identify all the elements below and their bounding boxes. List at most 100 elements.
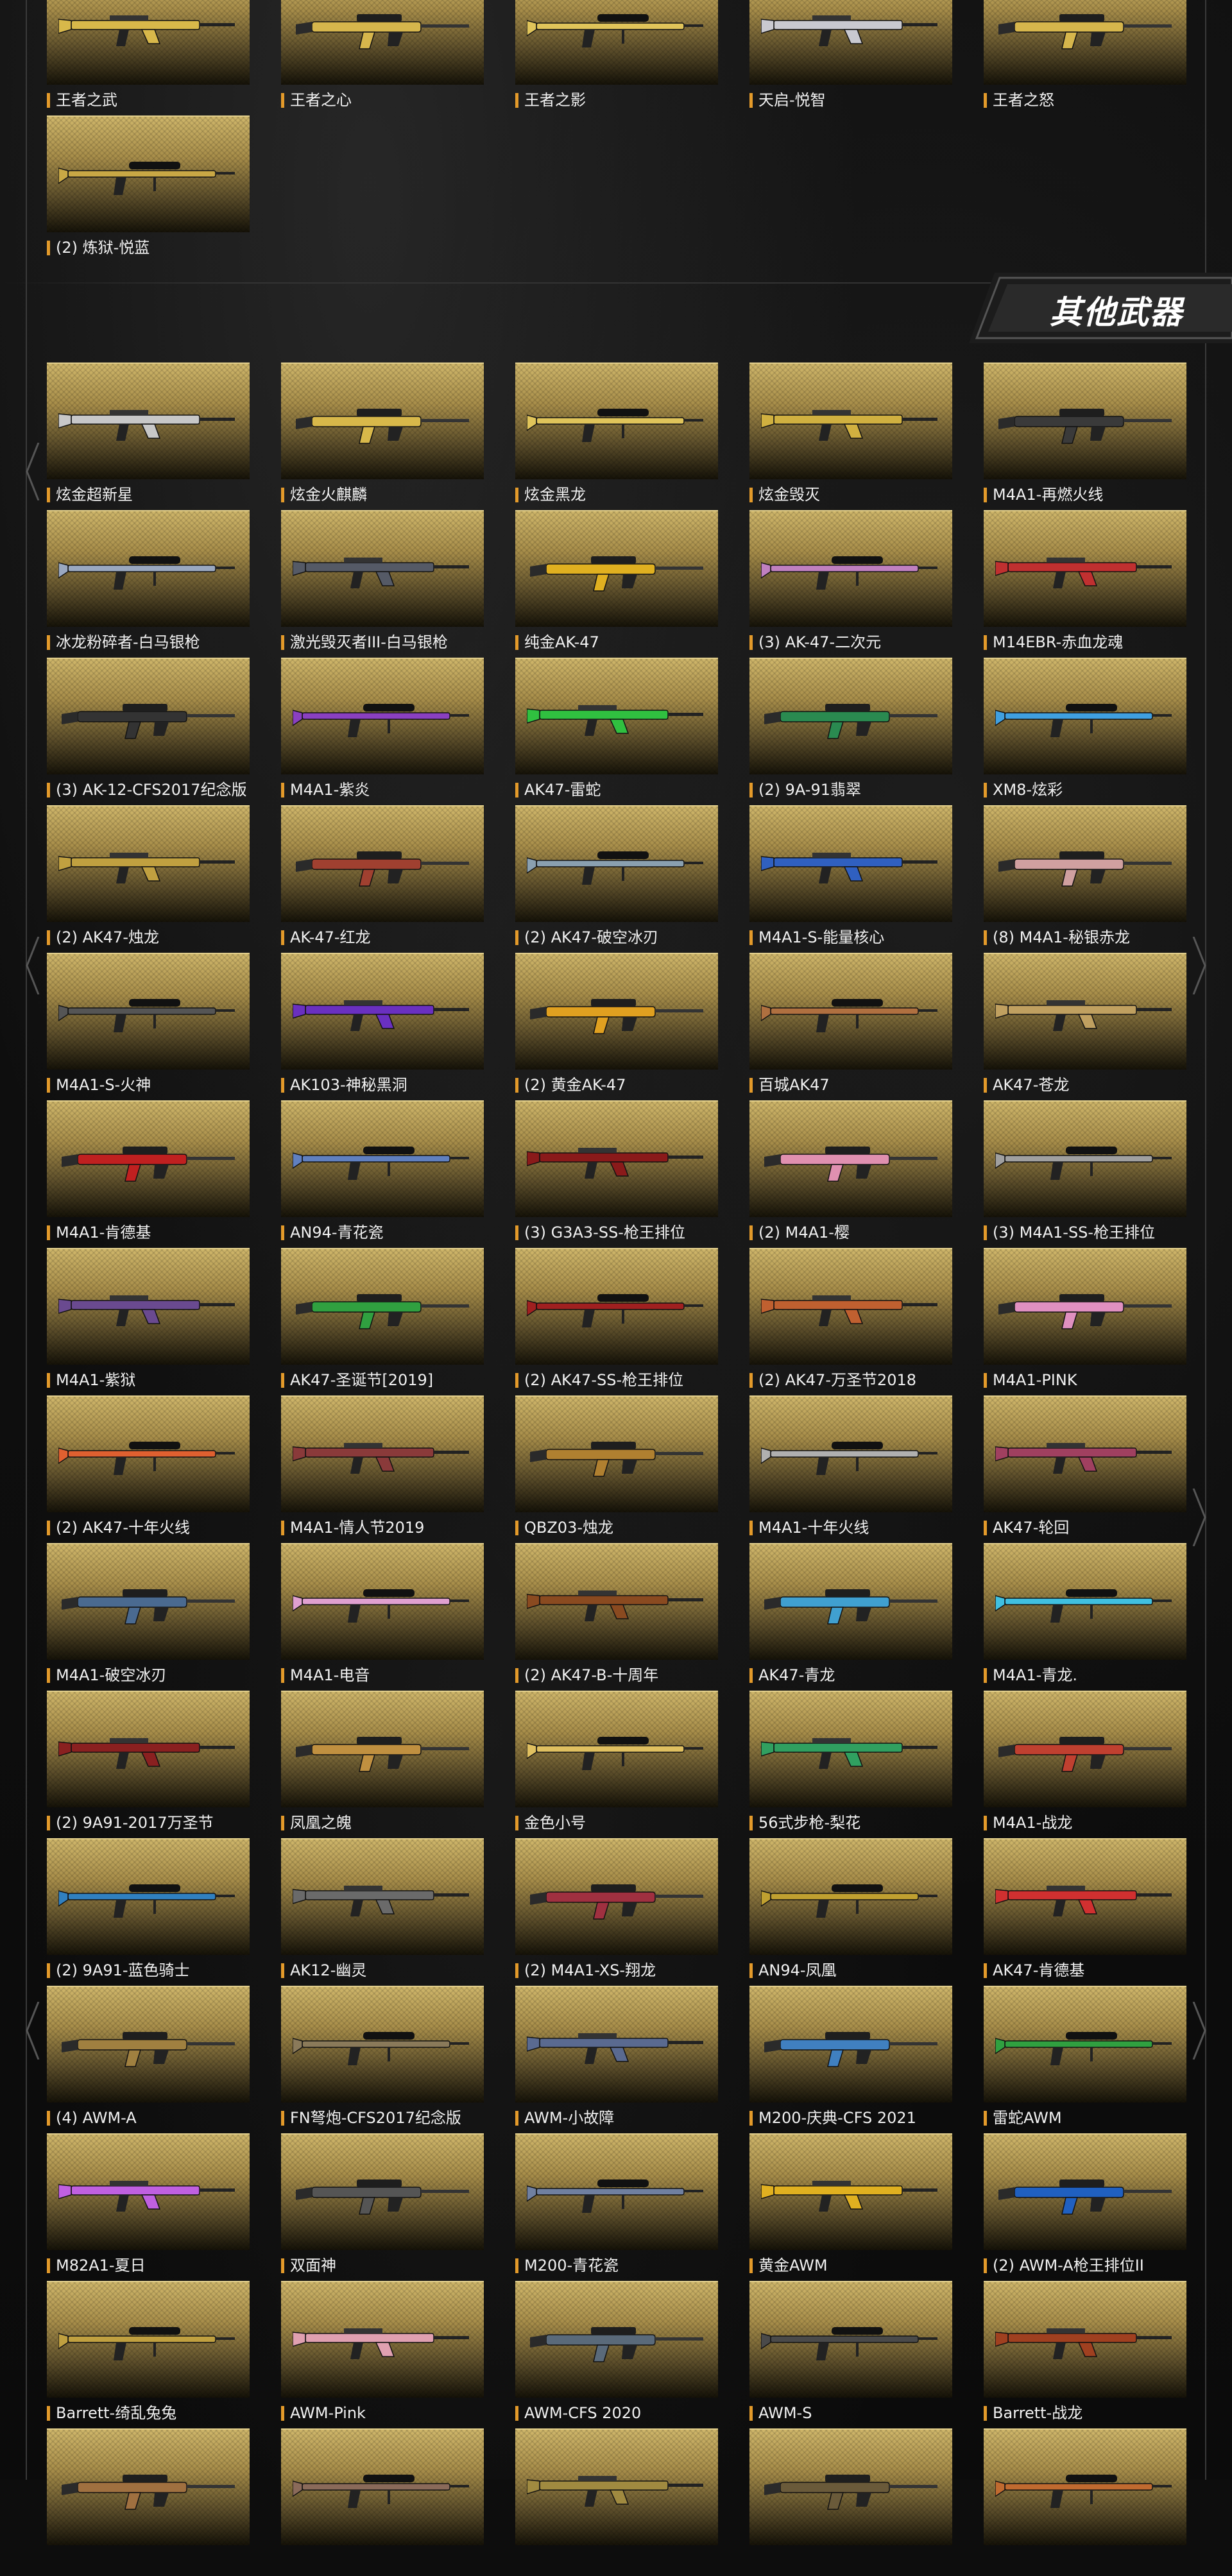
weapon-card[interactable]: (3) G3A3-SS-枪王排位 <box>515 1100 718 1248</box>
weapon-card[interactable]: AK12-幽灵 <box>281 1838 484 1986</box>
weapon-card[interactable]: Barrett-绮乱兔兔 <box>47 2281 250 2428</box>
weapon-card[interactable]: M4A1-十年火线 <box>749 1395 952 1543</box>
weapon-thumbnail <box>47 1986 250 2103</box>
weapon-card[interactable]: (2) 9A-91翡翠 <box>749 658 952 805</box>
weapon-image <box>58 2327 235 2360</box>
weapon-card[interactable]: 百城AK47 <box>749 953 952 1100</box>
weapon-card[interactable]: 凤凰之魄 <box>281 1691 484 1838</box>
weapon-card[interactable]: AN94-凤凰 <box>749 1838 952 1986</box>
weapon-card[interactable]: M4A1-青龙. <box>984 1543 1186 1691</box>
weapon-card[interactable]: M4A1-S-能量核心 <box>749 805 952 953</box>
weapon-card[interactable]: (2) AK47-万圣节2018 <box>749 1248 952 1395</box>
weapon-card[interactable]: 天启-悦智 <box>749 0 952 115</box>
weapon-card[interactable]: M4A1-S-火神 <box>47 953 250 1100</box>
weapon-card[interactable]: 王者之武 <box>47 0 250 115</box>
weapon-card[interactable]: M4A1-紫狱 <box>47 1248 250 1395</box>
weapon-card[interactable]: (2) AK47-破空冰刃 <box>515 805 718 953</box>
weapon-card[interactable]: 纯金AK-47 <box>515 510 718 658</box>
weapon-card[interactable] <box>984 2428 1186 2576</box>
weapon-name: 金色小号 <box>515 1813 586 1833</box>
weapon-card[interactable]: M4A1-再燃火线 <box>984 363 1186 510</box>
weapon-card[interactable]: AWM-Pink <box>281 2281 484 2428</box>
weapon-card[interactable]: XM8-炫彩 <box>984 658 1186 805</box>
weapon-card[interactable]: 冰龙粉碎者-白马银枪 <box>47 510 250 658</box>
weapon-card[interactable]: (2) AWM-A枪王排位II <box>984 2133 1186 2281</box>
weapon-card[interactable]: (8) M4A1-秘银赤龙 <box>984 805 1186 953</box>
weapon-card[interactable]: FN弩炮-CFS2017纪念版 <box>281 1986 484 2133</box>
weapon-card[interactable]: (2) AK47-烛龙 <box>47 805 250 953</box>
left-arrow-icon[interactable] <box>26 937 40 994</box>
weapon-name: 雷蛇AWM <box>984 2108 1062 2128</box>
weapon-card[interactable]: M4A1-情人节2019 <box>281 1395 484 1543</box>
weapon-card[interactable]: M200-青花瓷 <box>515 2133 718 2281</box>
left-arrow-icon[interactable] <box>26 443 40 500</box>
weapon-card[interactable]: 双面神 <box>281 2133 484 2281</box>
weapon-card[interactable]: 金色小号 <box>515 1691 718 1838</box>
weapon-card[interactable]: M4A1-战龙 <box>984 1691 1186 1838</box>
weapon-card[interactable]: 炫金黑龙 <box>515 363 718 510</box>
weapon-card[interactable] <box>749 2428 952 2576</box>
weapon-card[interactable]: 炫金超新星 <box>47 363 250 510</box>
weapon-image <box>998 2179 1172 2215</box>
weapon-card[interactable]: AK47-肯德基 <box>984 1838 1186 1986</box>
weapon-card[interactable]: AN94-青花瓷 <box>281 1100 484 1248</box>
weapon-card[interactable]: (2) 9A91-蓝色骑士 <box>47 1838 250 1986</box>
weapon-card[interactable]: AK47-圣诞节[2019] <box>281 1248 484 1395</box>
weapon-image <box>62 2475 235 2510</box>
weapon-card[interactable]: (4) AWM-A <box>47 1986 250 2133</box>
weapon-card[interactable]: (2) 炼狱-悦蓝 <box>47 115 250 263</box>
weapon-card[interactable]: 王者之怒 <box>984 0 1186 115</box>
weapon-card[interactable]: (2) M4A1-XS-翔龙 <box>515 1838 718 1986</box>
weapon-card[interactable]: (3) AK-12-CFS2017纪念版 <box>47 658 250 805</box>
weapon-card[interactable]: AK47-苍龙 <box>984 953 1186 1100</box>
weapon-card[interactable]: (2) AK47-SS-枪王排位 <box>515 1248 718 1395</box>
weapon-card[interactable]: (2) AK47-十年火线 <box>47 1395 250 1543</box>
weapon-card[interactable]: QBZ03-烛龙 <box>515 1395 718 1543</box>
weapon-name: AK47-肯德基 <box>984 1960 1084 1981</box>
weapon-card[interactable]: M4A1-PINK <box>984 1248 1186 1395</box>
weapon-card[interactable]: AWM-小故障 <box>515 1986 718 2133</box>
weapon-card[interactable]: M4A1-紫炎 <box>281 658 484 805</box>
weapon-card[interactable]: AK47-雷蛇 <box>515 658 718 805</box>
weapon-card[interactable]: AK47-青龙 <box>749 1543 952 1691</box>
weapon-card[interactable]: M4A1-破空冰刃 <box>47 1543 250 1691</box>
right-arrow-icon[interactable] <box>1192 937 1206 994</box>
weapon-card[interactable]: (3) AK-47-二次元 <box>749 510 952 658</box>
weapon-thumbnail <box>47 1691 250 1807</box>
weapon-card[interactable]: M200-庆典-CFS 2021 <box>749 1986 952 2133</box>
weapon-thumbnail <box>281 1248 484 1365</box>
weapon-name: 王者之怒 <box>984 90 1054 110</box>
weapon-card[interactable]: 王者之心 <box>281 0 484 115</box>
weapon-card[interactable]: 炫金毁灭 <box>749 363 952 510</box>
weapon-card[interactable] <box>515 2428 718 2576</box>
right-arrow-icon[interactable] <box>1192 2002 1206 2060</box>
weapon-card[interactable]: M14EBR-赤血龙魂 <box>984 510 1186 658</box>
weapon-card[interactable]: (3) M4A1-SS-枪王排位 <box>984 1100 1186 1248</box>
weapon-card[interactable]: M4A1-肯德基 <box>47 1100 250 1248</box>
weapon-card[interactable]: Barrett-战龙 <box>984 2281 1186 2428</box>
weapon-card[interactable]: (2) AK47-B-十周年 <box>515 1543 718 1691</box>
weapon-card[interactable]: 黄金AWM <box>749 2133 952 2281</box>
right-arrow-icon[interactable] <box>1192 1488 1206 1546</box>
weapon-card[interactable]: 雷蛇AWM <box>984 1986 1186 2133</box>
weapon-card[interactable]: AWM-CFS 2020 <box>515 2281 718 2428</box>
weapon-image <box>527 705 703 736</box>
weapon-card[interactable]: AK-47-红龙 <box>281 805 484 953</box>
weapon-card[interactable] <box>47 2428 250 2576</box>
weapon-card[interactable]: (2) M4A1-樱 <box>749 1100 952 1248</box>
weapon-card[interactable]: 王者之影 <box>515 0 718 115</box>
left-arrow-icon[interactable] <box>26 2002 40 2060</box>
weapon-card[interactable]: AWM-S <box>749 2281 952 2428</box>
weapon-card[interactable] <box>281 2428 484 2576</box>
weapon-card[interactable]: M4A1-电音 <box>281 1543 484 1691</box>
weapon-card[interactable]: AK103-神秘黑洞 <box>281 953 484 1100</box>
weapon-card[interactable]: (2) 9A91-2017万圣节 <box>47 1691 250 1838</box>
weapon-card[interactable]: M82A1-夏日 <box>47 2133 250 2281</box>
weapon-name: (3) G3A3-SS-枪王排位 <box>515 1222 685 1243</box>
weapon-card[interactable]: 激光毁灭者III-白马银枪 <box>281 510 484 658</box>
weapon-card[interactable]: AK47-轮回 <box>984 1395 1186 1543</box>
weapon-card[interactable]: (2) 黄金AK-47 <box>515 953 718 1100</box>
weapon-card[interactable]: 56式步枪-梨花 <box>749 1691 952 1838</box>
weapon-card[interactable]: 炫金火麒麟 <box>281 363 484 510</box>
weapon-thumbnail <box>984 1248 1186 1365</box>
